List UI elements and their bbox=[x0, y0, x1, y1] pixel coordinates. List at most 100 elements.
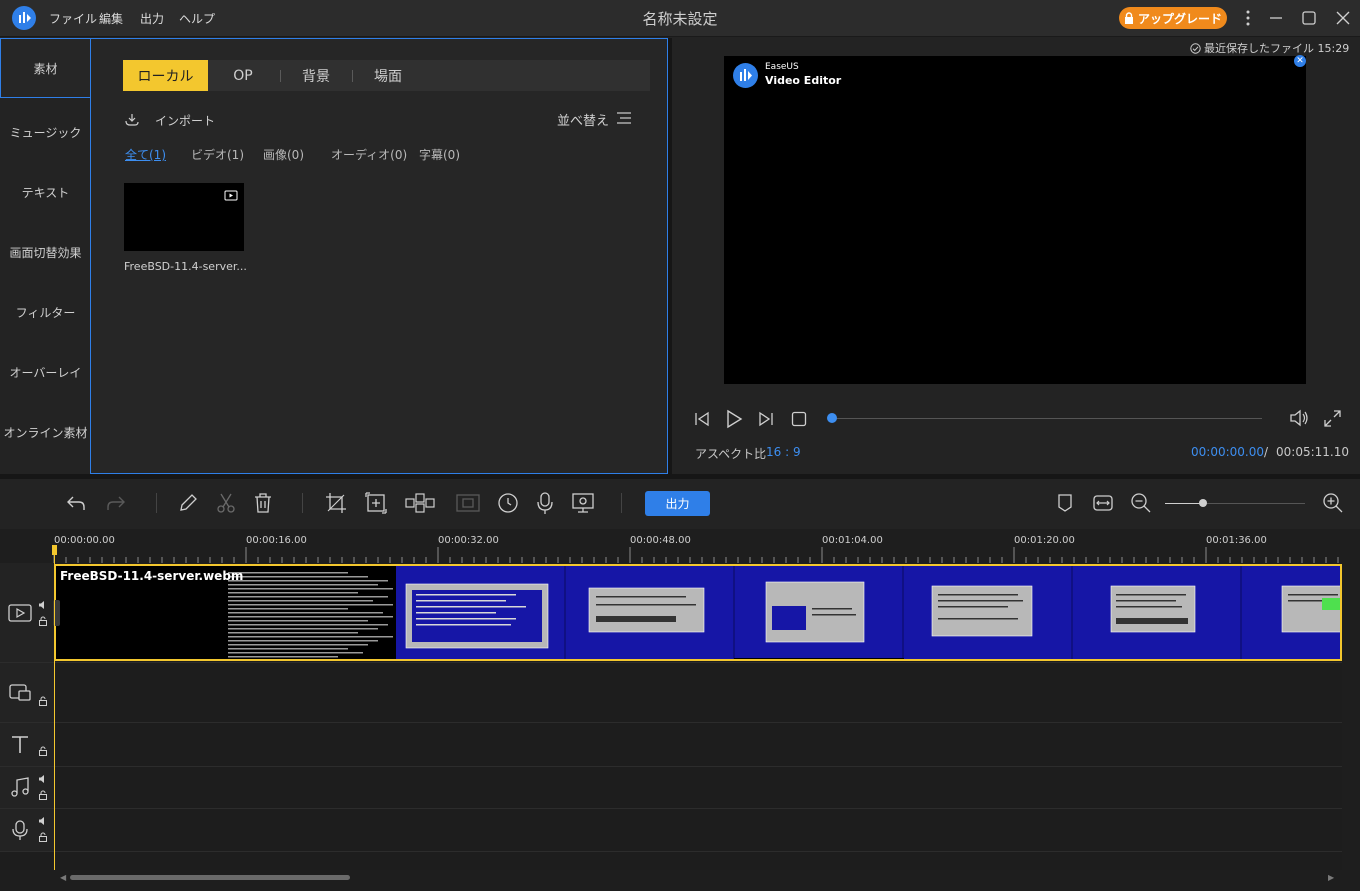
nav-item-online-media[interactable]: オンライン素材 bbox=[0, 402, 91, 462]
more-options-icon[interactable] bbox=[1238, 8, 1258, 28]
menu-file[interactable]: ファイル bbox=[49, 10, 97, 27]
ruler-tick-label: 00:00:16.00 bbox=[246, 535, 307, 546]
ruler-tick-label: 00:01:20.00 bbox=[1014, 535, 1075, 546]
saved-status-text: 最近保存したファイル 15:29 bbox=[1204, 42, 1350, 55]
upgrade-button[interactable]: アップグレード bbox=[1119, 7, 1227, 29]
watermark-close-icon[interactable]: ✕ bbox=[1294, 55, 1306, 67]
speaker-icon[interactable] bbox=[38, 816, 48, 826]
current-time: 00:00:00.00 bbox=[1191, 445, 1264, 459]
video-clip[interactable] bbox=[54, 564, 1342, 661]
playhead-line[interactable] bbox=[54, 545, 55, 870]
panel-divider[interactable] bbox=[668, 38, 672, 474]
ruler-tick-label: 00:00:00.00 bbox=[54, 535, 115, 546]
media-thumbnail[interactable] bbox=[124, 183, 244, 251]
filter-subtitle[interactable]: 字幕(0) bbox=[419, 146, 460, 163]
horizontal-scroll-thumb[interactable] bbox=[70, 875, 350, 880]
redo-icon[interactable] bbox=[104, 491, 128, 515]
filter-all[interactable]: 全て(1) bbox=[125, 146, 166, 163]
tab-scene[interactable]: 場面 bbox=[363, 60, 413, 91]
text-track-icon bbox=[9, 733, 31, 755]
toolbar-separator bbox=[156, 493, 157, 513]
tab-local[interactable]: ローカル bbox=[123, 60, 208, 91]
total-time: 00:05:11.10 bbox=[1276, 445, 1349, 459]
fit-timeline-icon[interactable] bbox=[1092, 493, 1114, 513]
lock-icon[interactable] bbox=[38, 746, 48, 756]
speaker-icon[interactable] bbox=[38, 600, 48, 610]
clip-filmstrip bbox=[56, 566, 1340, 659]
edit-pencil-icon[interactable] bbox=[176, 491, 200, 515]
menu-output[interactable]: 出力 bbox=[140, 10, 164, 27]
ruler-tick-label: 00:00:48.00 bbox=[630, 535, 691, 546]
scroll-left-arrow-icon[interactable]: ◀ bbox=[60, 873, 66, 882]
playhead-handle[interactable] bbox=[52, 545, 57, 555]
media-panel bbox=[90, 38, 668, 474]
fullscreen-icon[interactable] bbox=[1323, 409, 1342, 428]
lock-icon[interactable] bbox=[38, 832, 48, 842]
voice-track[interactable] bbox=[0, 809, 1342, 852]
playback-progress-thumb[interactable] bbox=[827, 413, 837, 423]
lock-icon bbox=[1124, 12, 1134, 24]
nav-item-overlay[interactable]: オーバーレイ bbox=[0, 342, 91, 402]
app-logo-icon bbox=[12, 6, 36, 30]
lock-icon[interactable] bbox=[38, 696, 48, 706]
next-frame-icon[interactable] bbox=[757, 410, 775, 428]
previous-frame-icon[interactable] bbox=[693, 410, 711, 428]
marker-icon[interactable] bbox=[1056, 493, 1074, 513]
sort-button[interactable]: 並べ替え bbox=[557, 110, 609, 129]
zoom-out-icon[interactable] bbox=[1130, 492, 1152, 514]
play-icon[interactable] bbox=[724, 409, 744, 429]
duration-clock-icon[interactable] bbox=[496, 491, 520, 515]
filter-video[interactable]: ビデオ(1) bbox=[191, 146, 244, 163]
nav-item-music[interactable]: ミュージック bbox=[0, 102, 91, 162]
overlay-track[interactable] bbox=[0, 663, 1342, 723]
zoom-in-icon[interactable] bbox=[1322, 492, 1344, 514]
timeline-horizontal-scrollbar[interactable] bbox=[0, 870, 1360, 891]
video-preview[interactable] bbox=[724, 56, 1306, 384]
filter-image[interactable]: 画像(0) bbox=[263, 146, 304, 163]
scissors-icon[interactable] bbox=[214, 491, 238, 515]
menu-help[interactable]: ヘルプ bbox=[179, 10, 215, 27]
export-button[interactable]: 出力 bbox=[645, 491, 710, 516]
webcam-record-icon[interactable] bbox=[571, 491, 595, 515]
zoom-slider-thumb[interactable] bbox=[1198, 499, 1207, 507]
media-item-name: FreeBSD-11.4-server.... bbox=[124, 260, 248, 273]
tab-op[interactable]: OP bbox=[218, 60, 268, 91]
tab-background[interactable]: 背景 bbox=[291, 60, 341, 91]
import-button[interactable]: インポート bbox=[155, 112, 215, 129]
nav-item-media[interactable]: 素材 bbox=[0, 38, 91, 98]
volume-icon[interactable] bbox=[1288, 408, 1310, 428]
mosaic-icon[interactable] bbox=[404, 491, 436, 515]
import-icon[interactable] bbox=[124, 111, 140, 127]
text-track[interactable] bbox=[0, 723, 1342, 767]
minimize-icon[interactable] bbox=[1266, 8, 1286, 28]
watermark-product: Video Editor bbox=[765, 74, 842, 87]
maximize-icon[interactable] bbox=[1299, 8, 1319, 28]
ruler-tick-label: 00:00:32.00 bbox=[438, 535, 499, 546]
nav-item-filters[interactable]: フィルター bbox=[0, 282, 91, 342]
timeline-vertical-scrollbar[interactable] bbox=[1342, 563, 1360, 870]
aspect-ratio-value[interactable]: 16 : 9 bbox=[766, 445, 801, 459]
trash-icon[interactable] bbox=[251, 491, 275, 515]
stop-icon[interactable] bbox=[790, 410, 808, 428]
nav-item-text[interactable]: テキスト bbox=[0, 162, 91, 222]
close-icon[interactable] bbox=[1333, 8, 1353, 28]
playback-progress-track[interactable] bbox=[832, 418, 1262, 419]
undo-icon[interactable] bbox=[64, 491, 88, 515]
freeze-frame-icon[interactable] bbox=[455, 491, 481, 515]
microphone-icon[interactable] bbox=[534, 491, 556, 515]
speaker-icon[interactable] bbox=[38, 774, 48, 784]
nav-item-transitions[interactable]: 画面切替効果 bbox=[0, 222, 91, 282]
lock-icon[interactable] bbox=[38, 790, 48, 800]
check-circle-icon bbox=[1190, 42, 1201, 54]
sort-list-icon[interactable] bbox=[616, 111, 632, 125]
scroll-right-arrow-icon[interactable]: ▶ bbox=[1328, 873, 1334, 882]
zoom-frame-icon[interactable] bbox=[364, 491, 388, 515]
crop-icon[interactable] bbox=[324, 491, 348, 515]
lock-icon[interactable] bbox=[38, 616, 48, 626]
menu-edit[interactable]: 編集 bbox=[99, 10, 123, 27]
upgrade-label: アップグレード bbox=[1137, 11, 1222, 26]
video-type-icon bbox=[224, 189, 238, 201]
filter-audio[interactable]: オーディオ(0) bbox=[331, 146, 407, 163]
music-track[interactable] bbox=[0, 767, 1342, 809]
toolbar-separator bbox=[621, 493, 622, 513]
